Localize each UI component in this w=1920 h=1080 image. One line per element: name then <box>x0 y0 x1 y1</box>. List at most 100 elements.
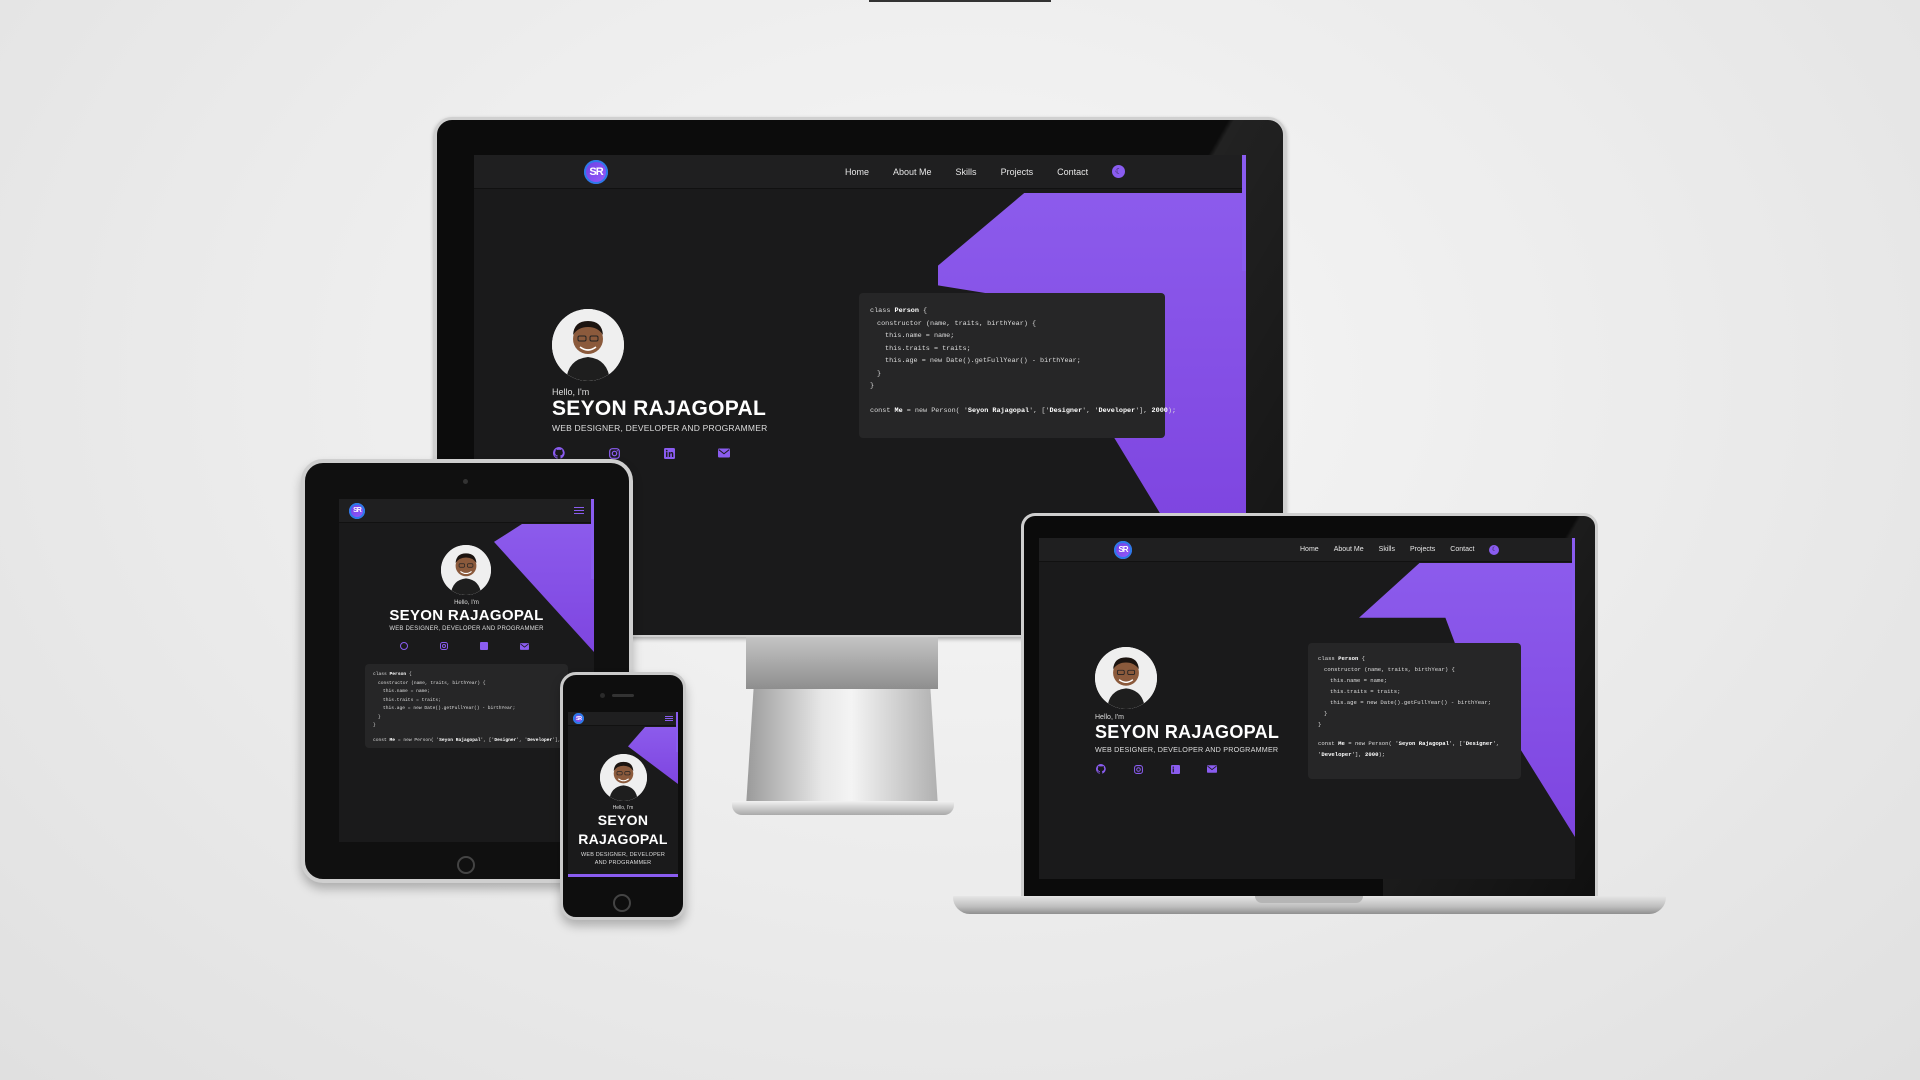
linkedin-icon[interactable] <box>1169 763 1181 775</box>
nav-contact[interactable]: Contact <box>1057 167 1088 177</box>
phone: SR Hello, I'm SEYON RAJAGOPAL WEB DESIGN… <box>560 672 686 920</box>
mail-icon[interactable] <box>717 446 731 460</box>
theme-toggle-moon-icon[interactable]: ☾ <box>1112 165 1126 178</box>
social-links <box>552 446 731 460</box>
code-line-5: this.age = new Date().getFullYear() - bi… <box>383 706 516 711</box>
nav-skills[interactable]: Skills <box>956 167 977 177</box>
code-line-3: this.name = name; <box>885 332 955 340</box>
github-icon[interactable] <box>399 641 409 651</box>
accent-shape <box>494 524 594 652</box>
nav-home[interactable]: Home <box>1300 546 1319 553</box>
hero-hello: Hello, I'm <box>612 805 634 811</box>
phone-home-button[interactable] <box>613 894 631 912</box>
theme-toggle-moon-icon[interactable]: ☾ <box>1489 544 1500 555</box>
code-line-2: constructor (name, traits, birthYear) { <box>378 680 486 686</box>
nav-home[interactable]: Home <box>845 167 869 177</box>
hero-name: SEYON RAJAGOPAL <box>552 397 767 420</box>
screen-scrollbar[interactable] <box>1242 155 1246 271</box>
hero-role-line-2: AND PROGRAMMER <box>594 860 652 866</box>
code-line-5: this.age = new Date().getFullYear() - bi… <box>885 357 1081 365</box>
hero-hello: Hello, I'm <box>454 600 479 606</box>
menu-icon[interactable] <box>665 716 673 721</box>
hero-role-line-1: WEB DESIGNER, DEVELOPER <box>580 852 666 858</box>
hero-role: WEB DESIGNER, DEVELOPER AND PROGRAMMER <box>1095 745 1279 754</box>
site-logo[interactable]: SR <box>349 502 365 519</box>
site-navbar: SR <box>568 712 678 726</box>
mail-icon[interactable] <box>519 641 529 651</box>
code-line-6: } <box>1324 710 1328 717</box>
code-line-8: const Me = new Person( 'Seyon Rajagopal'… <box>1318 740 1500 758</box>
code-card: class Person { constructor (name, traits… <box>1308 643 1521 779</box>
menu-icon[interactable] <box>574 507 584 514</box>
profile-avatar <box>441 545 491 595</box>
nav-links: Home About Me Skills Projects Contact ☾ <box>845 165 1126 178</box>
code-line-7: } <box>373 723 376 728</box>
tablet-screen: SR Hello, I'm SEYON RAJAGOPAL WEB DESIGN… <box>339 499 594 842</box>
code-line-7: } <box>870 382 875 390</box>
profile-avatar <box>552 309 624 381</box>
code-line-1: class Person { <box>373 672 412 677</box>
monitor-stand-base <box>732 801 954 815</box>
code-line-4: this.traits = traits; <box>383 697 441 703</box>
code-line-5: this.age = new Date().getFullYear() - bi… <box>1330 699 1492 706</box>
hero-name-line-2: RAJAGOPAL <box>578 831 668 847</box>
screen-scrollbar[interactable] <box>676 712 678 752</box>
github-icon[interactable] <box>1095 763 1107 775</box>
instagram-icon[interactable] <box>1132 763 1144 775</box>
nav-contact[interactable]: Contact <box>1450 546 1474 553</box>
site-logo[interactable]: SR <box>1114 540 1132 559</box>
nav-projects[interactable]: Projects <box>1001 167 1034 177</box>
tablet-home-button[interactable] <box>457 856 475 874</box>
social-links <box>1095 763 1218 775</box>
code-line-8: const Me = new Person( 'Seyon Rajagopal'… <box>373 737 580 743</box>
top-divider <box>869 0 1051 2</box>
code-line-2: constructor (name, traits, birthYear) { <box>1324 666 1455 673</box>
mail-icon[interactable] <box>1206 763 1218 775</box>
code-line-3: this.name = name; <box>1330 677 1388 684</box>
code-line-4: this.traits = traits; <box>885 344 971 353</box>
hero-role: WEB DESIGNER, DEVELOPER AND PROGRAMMER <box>389 626 544 632</box>
code-line-3: this.name = name; <box>383 689 430 694</box>
site-logo[interactable]: SR <box>573 713 584 724</box>
site-navbar: SR Home About Me Skills Projects Contact… <box>474 155 1246 189</box>
screen-scrollbar[interactable] <box>1572 538 1575 610</box>
laptop-notch <box>1255 896 1363 903</box>
monitor-stand-neck <box>746 687 938 807</box>
instagram-icon[interactable] <box>439 641 449 651</box>
site-navbar: SR Home About Me Skills Projects Contact… <box>1039 538 1575 562</box>
phone-screen: SR Hello, I'm SEYON RAJAGOPAL WEB DESIGN… <box>568 712 678 877</box>
nav-projects[interactable]: Projects <box>1410 546 1435 553</box>
hero-role: WEB DESIGNER, DEVELOPER AND PROGRAMMER <box>552 423 768 433</box>
code-line-1: class Person { <box>870 307 928 315</box>
phone-bottom-accent <box>568 874 678 877</box>
laptop: SR Home About Me Skills Projects Contact… <box>953 512 1666 924</box>
profile-avatar <box>1095 647 1157 709</box>
laptop-screen: SR Home About Me Skills Projects Contact… <box>1039 538 1575 879</box>
code-line-4: this.traits = traits; <box>1330 688 1401 695</box>
nav-links: Home About Me Skills Projects Contact ☾ <box>1300 544 1500 555</box>
hero-name: SEYON RAJAGOPAL <box>389 607 544 624</box>
screen-scrollbar[interactable] <box>591 499 594 579</box>
social-links <box>399 641 529 651</box>
code-line-8: const Me = new Person( 'Seyon Rajagopal'… <box>870 406 1177 415</box>
phone-speaker <box>612 694 634 697</box>
code-card: class Person { constructor (name, traits… <box>365 664 580 748</box>
linkedin-icon[interactable] <box>479 641 489 651</box>
hero-name-line-1: SEYON <box>597 812 649 828</box>
code-line-2: constructor (name, traits, birthYear) { <box>877 319 1037 328</box>
linkedin-icon[interactable] <box>662 446 676 460</box>
code-line-6: } <box>378 714 381 720</box>
site-navbar: SR <box>339 499 594 523</box>
nav-skills[interactable]: Skills <box>1379 546 1395 553</box>
phone-camera <box>600 693 605 698</box>
nav-about[interactable]: About Me <box>893 167 932 177</box>
code-card: class Person { constructor (name, traits… <box>859 293 1177 438</box>
site-logo[interactable]: SR <box>584 159 608 184</box>
nav-about[interactable]: About Me <box>1334 546 1364 553</box>
github-icon[interactable] <box>552 446 566 460</box>
hero-name: SEYON RAJAGOPAL <box>1095 722 1280 742</box>
instagram-icon[interactable] <box>607 446 621 460</box>
code-line-7: } <box>1318 721 1322 728</box>
tablet-camera <box>463 479 468 484</box>
hero-hello: Hello, I'm <box>552 387 590 397</box>
